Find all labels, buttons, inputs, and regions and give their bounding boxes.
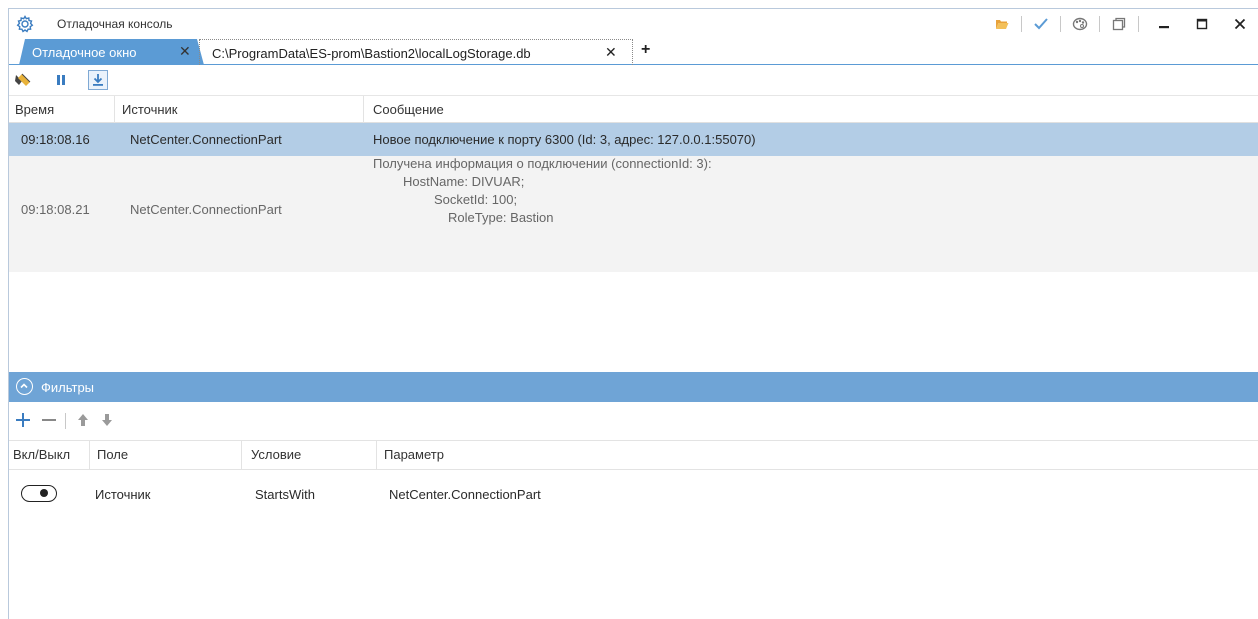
tab-close-icon[interactable]: ✕ bbox=[605, 44, 617, 61]
column-divider[interactable] bbox=[376, 441, 377, 469]
toolbar-separator bbox=[1021, 16, 1022, 32]
move-up-icon[interactable] bbox=[73, 410, 93, 430]
maximize-icon[interactable] bbox=[1183, 9, 1221, 39]
toolbar-separator bbox=[1138, 16, 1139, 32]
log-toolbar bbox=[9, 65, 1258, 95]
palette-icon[interactable] bbox=[1067, 9, 1093, 39]
folder-open-icon[interactable] bbox=[989, 9, 1015, 39]
filter-row[interactable]: Источник StartsWith NetCenter.Connection… bbox=[9, 475, 1258, 513]
restore-window-icon[interactable] bbox=[1106, 9, 1132, 39]
tab-strip: Отладочное окно ✕ C:\ProgramData\ES-prom… bbox=[9, 39, 1258, 65]
log-row[interactable]: 09:18:08.16 NetCenter.ConnectionPart Нов… bbox=[9, 123, 1258, 156]
check-icon[interactable] bbox=[1028, 9, 1054, 39]
debug-console-window: Отладочная консоль Отладочное окно ✕ C:\… bbox=[8, 8, 1258, 619]
log-message-line: RoleType: Bastion bbox=[448, 210, 554, 225]
tab-label: C:\ProgramData\ES-prom\Bastion2\localLog… bbox=[212, 46, 531, 61]
title-bar: Отладочная консоль bbox=[9, 9, 1258, 39]
tab-log-storage[interactable]: C:\ProgramData\ES-prom\Bastion2\localLog… bbox=[199, 39, 633, 65]
log-row[interactable]: 09:18:08.21 NetCenter.ConnectionPart Пол… bbox=[9, 156, 1258, 272]
filters-table-header: Вкл/Выкл Поле Условие Параметр bbox=[9, 440, 1258, 470]
column-parameter[interactable]: Параметр bbox=[384, 441, 444, 469]
pause-icon[interactable] bbox=[51, 70, 71, 90]
toolbar-separator bbox=[1099, 16, 1100, 32]
app-cog-icon bbox=[16, 15, 34, 33]
toolbar-separator bbox=[65, 413, 66, 429]
window-title: Отладочная консоль bbox=[57, 17, 173, 31]
log-message: Новое подключение к порту 6300 (Id: 3, а… bbox=[373, 132, 756, 147]
log-source: NetCenter.ConnectionPart bbox=[130, 202, 282, 217]
column-divider[interactable] bbox=[89, 441, 90, 469]
filters-panel-header[interactable]: Фильтры bbox=[9, 372, 1258, 402]
log-time: 09:18:08.21 bbox=[21, 202, 90, 217]
column-field[interactable]: Поле bbox=[97, 441, 128, 469]
remove-icon[interactable] bbox=[39, 410, 59, 430]
clear-log-icon[interactable] bbox=[13, 70, 33, 90]
log-message-line: SocketId: 100; bbox=[434, 192, 518, 207]
filter-enabled-toggle[interactable] bbox=[21, 485, 57, 502]
autoscroll-download-icon[interactable] bbox=[88, 70, 108, 90]
column-divider[interactable] bbox=[241, 441, 242, 469]
filter-condition[interactable]: StartsWith bbox=[255, 487, 315, 502]
toolbar-separator bbox=[1060, 16, 1061, 32]
tab-label: Отладочное окно bbox=[32, 45, 137, 60]
filters-toolbar bbox=[9, 402, 1258, 436]
log-message-line: HostName: DIVUAR; bbox=[403, 174, 525, 189]
column-divider[interactable] bbox=[363, 96, 364, 123]
log-time: 09:18:08.16 bbox=[21, 132, 90, 147]
column-condition[interactable]: Условие bbox=[251, 441, 301, 469]
filter-field[interactable]: Источник bbox=[95, 487, 151, 502]
filter-parameter[interactable]: NetCenter.ConnectionPart bbox=[389, 487, 541, 502]
tab-debug-window[interactable]: Отладочное окно ✕ bbox=[19, 39, 204, 65]
filters-title: Фильтры bbox=[41, 380, 95, 395]
log-source: NetCenter.ConnectionPart bbox=[130, 132, 282, 147]
column-time[interactable]: Время bbox=[15, 96, 54, 123]
minimize-icon[interactable] bbox=[1145, 9, 1183, 39]
close-icon[interactable] bbox=[1221, 9, 1258, 39]
title-toolbar bbox=[989, 9, 1258, 39]
move-down-icon[interactable] bbox=[97, 410, 117, 430]
collapse-chevron-icon[interactable] bbox=[16, 378, 33, 395]
tab-close-icon[interactable]: ✕ bbox=[179, 43, 191, 60]
column-source[interactable]: Источник bbox=[122, 96, 178, 123]
log-message-line: Получена информация о подключении (conne… bbox=[373, 156, 712, 171]
add-icon[interactable] bbox=[13, 410, 33, 430]
log-table-header: Время Источник Сообщение bbox=[9, 95, 1258, 123]
add-tab-button[interactable]: + bbox=[641, 41, 650, 59]
toggle-knob bbox=[40, 489, 48, 497]
column-enabled[interactable]: Вкл/Выкл bbox=[13, 441, 70, 469]
column-divider[interactable] bbox=[114, 96, 115, 123]
column-message[interactable]: Сообщение bbox=[373, 96, 444, 123]
